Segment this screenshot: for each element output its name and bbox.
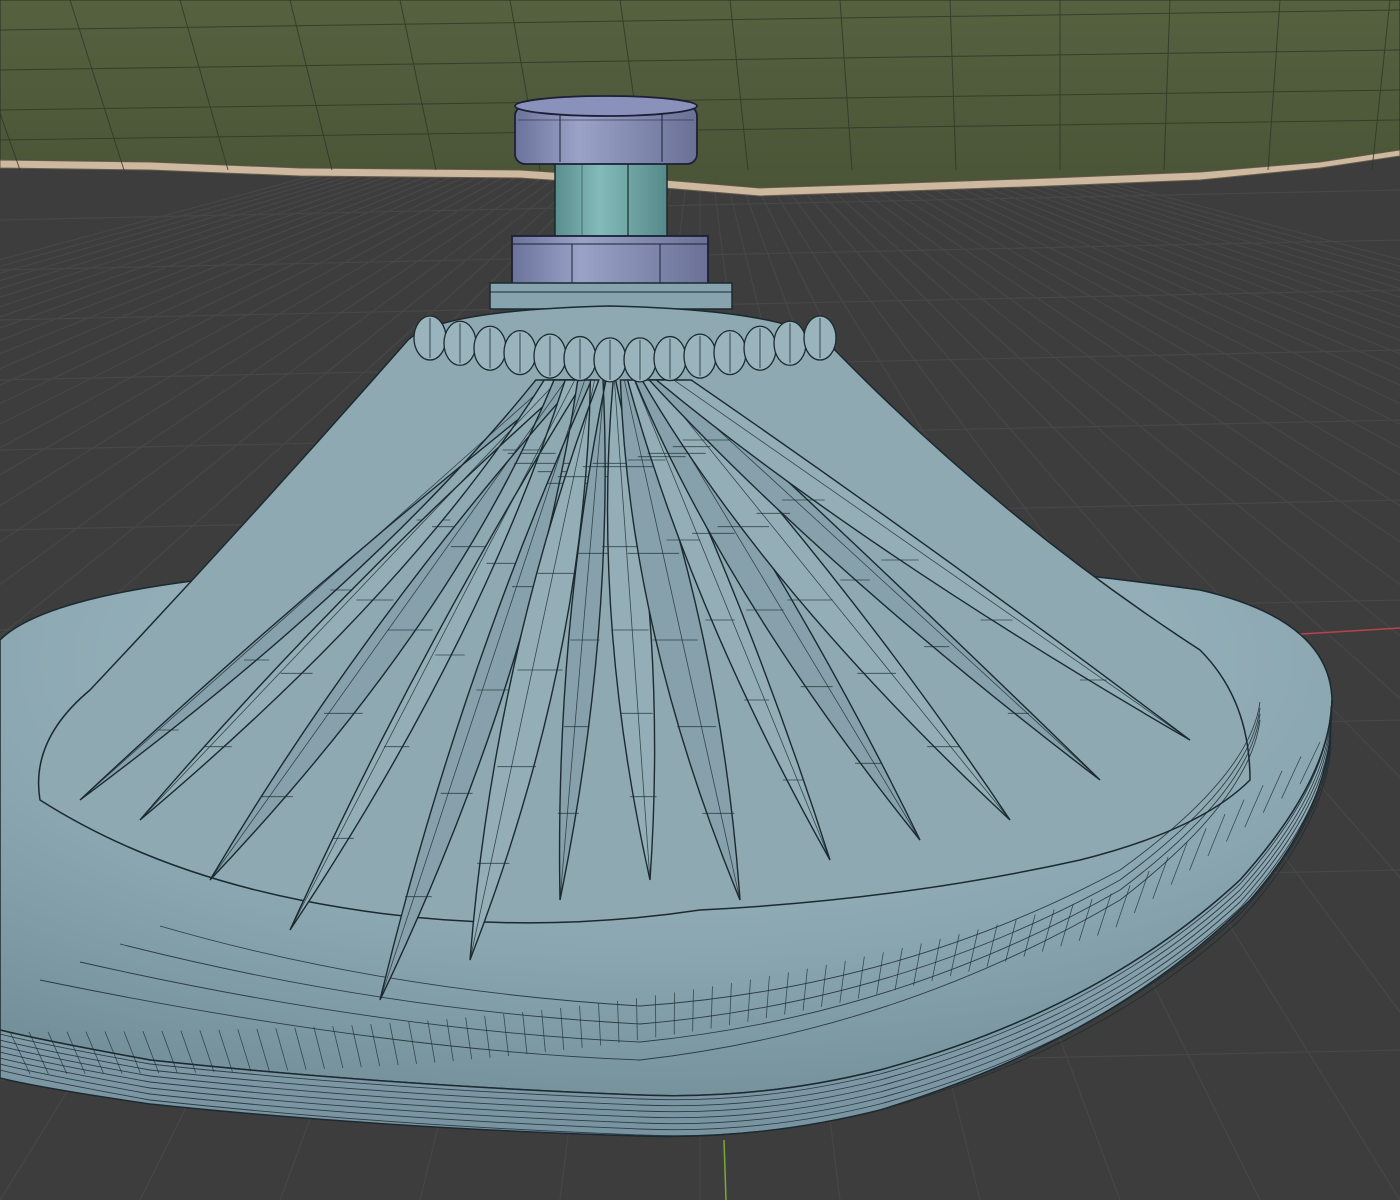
column-assembly[interactable] (489, 95, 733, 310)
pedestal-base[interactable] (0, 305, 1333, 1138)
upper-collar[interactable] (514, 95, 698, 165)
y-axis-line (723, 1139, 727, 1200)
pedestal-cap[interactable] (489, 282, 733, 310)
viewport-canvas[interactable] (0, 0, 1400, 1200)
column[interactable] (554, 159, 668, 241)
table-top-mesh[interactable] (0, 0, 1400, 197)
lower-collar[interactable] (511, 235, 709, 287)
3d-viewport[interactable] (0, 0, 1400, 1200)
